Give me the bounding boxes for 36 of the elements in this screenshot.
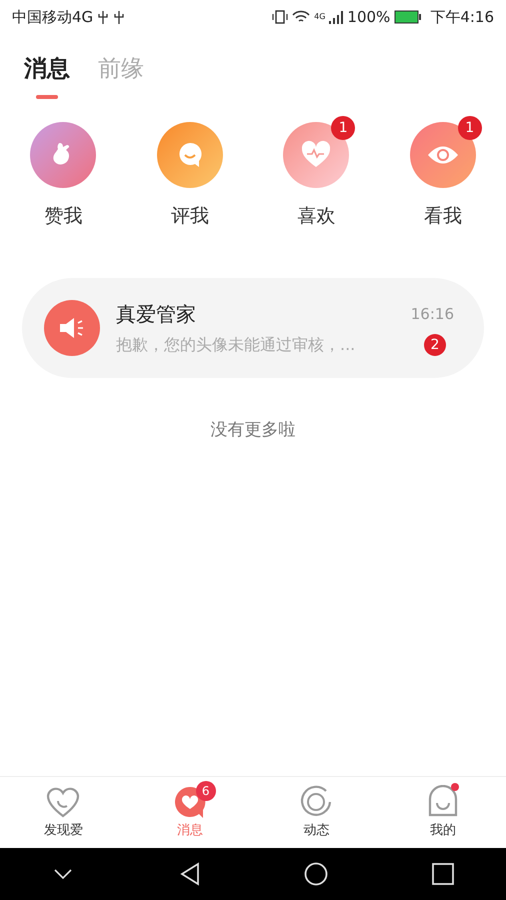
conversation-name: 真爱管家	[116, 301, 196, 328]
chevron-down-icon[interactable]	[54, 869, 72, 879]
tab-indicator	[36, 94, 58, 98]
count-badge: 6	[196, 780, 216, 801]
recents-icon[interactable]	[432, 863, 454, 885]
carrier-text: 中国移动4G	[12, 6, 94, 28]
battery-icon	[394, 10, 422, 24]
battery-percent: 100%	[347, 6, 390, 28]
tab[interactable]: 消息	[24, 52, 70, 86]
conversation-card[interactable]: 真爱管家 16:16 抱歉，您的头像未能通过审核，... 2	[22, 278, 484, 378]
vibrate-icon	[272, 10, 288, 24]
unread-badge: 2	[424, 334, 446, 356]
conversation-preview: 抱歉，您的头像未能通过审核，...	[116, 334, 356, 356]
heart-outline-icon	[45, 784, 82, 819]
nav-tab[interactable]: 6 消息	[126, 777, 253, 848]
shortcut-label: 喜欢	[297, 204, 336, 229]
clock-text: 下午4:16	[430, 6, 494, 28]
home-icon[interactable]	[304, 862, 328, 886]
back-icon[interactable]	[180, 862, 200, 886]
count-badge: 1	[331, 116, 356, 140]
network-type-text: 4G	[314, 10, 326, 23]
eye-icon	[426, 144, 459, 166]
nav-tab[interactable]: 发现爱	[0, 777, 126, 848]
nav-tab[interactable]: 我的	[380, 777, 506, 848]
conversation-time: 16:16	[410, 304, 454, 325]
heartbeat-icon	[300, 140, 332, 170]
shortcut-label: 评我	[170, 204, 209, 229]
count-badge: 1	[458, 116, 482, 140]
shortcut-label: 看我	[424, 204, 462, 229]
nav-tab[interactable]: 动态	[253, 777, 380, 848]
wifi-icon	[292, 10, 310, 24]
end-of-list-text: 没有更多啦	[210, 419, 296, 442]
shortcut-label: 赞我	[44, 204, 82, 229]
signal-icon	[329, 10, 344, 24]
speaker-icon	[58, 316, 86, 340]
usb-icon	[97, 10, 126, 24]
